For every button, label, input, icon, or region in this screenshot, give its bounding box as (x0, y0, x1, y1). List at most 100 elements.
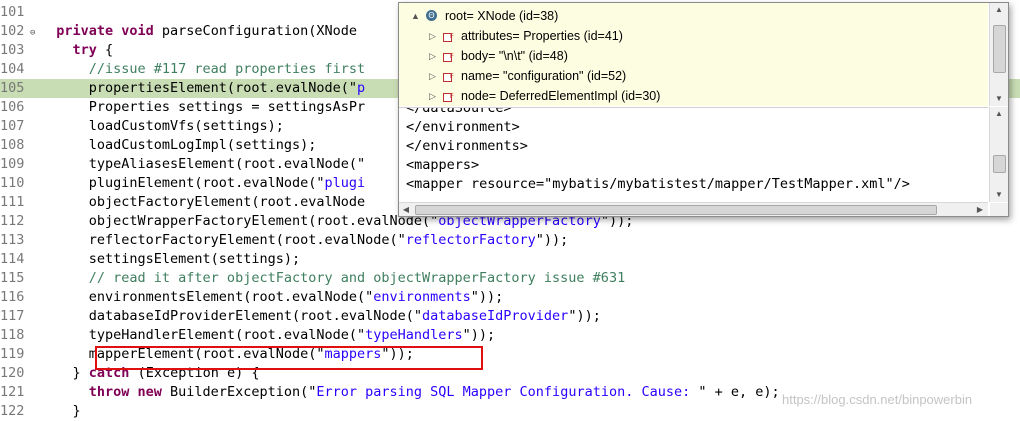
xml-line: </dataSource> (406, 107, 512, 116)
line-number: 108 (0, 137, 25, 153)
code-text: typeHandlerElement(root.evalNode("typeHa… (40, 326, 495, 345)
scroll-down-icon[interactable]: ▼ (990, 92, 1008, 106)
code-token: objectWrapperFactoryElement(root.evalNod… (40, 213, 439, 229)
line-number: 103 (0, 42, 25, 58)
code-text: Properties settings = settingsAsPr (40, 98, 365, 117)
code-token: ")); (568, 308, 601, 324)
code-text: propertiesElement(root.evalNode("p (40, 79, 365, 98)
tree-node-field[interactable]: ▷ attributes= Properties (id=41) (399, 26, 979, 47)
code-text: private void parseConfiguration(XNode (40, 22, 357, 41)
tree-node-field[interactable]: ▷ node= DeferredElementImpl (id=30) (399, 86, 979, 106)
line-number: 114 (0, 251, 25, 267)
string-token: plugi (324, 175, 366, 191)
xml-line: </environments> (406, 138, 528, 154)
scroll-right-icon[interactable]: ▶ (973, 203, 987, 216)
code-line[interactable]: 115 // read it after objectFactory and o… (0, 269, 1020, 288)
tree-scrollbar[interactable]: ▲ ▼ (989, 3, 1008, 106)
string-token: reflectorFactory (405, 232, 536, 248)
code-token: settingsElement(settings); (40, 251, 301, 267)
code-token: environmentsElement(root.evalNode(" (40, 289, 374, 305)
tree-node-field[interactable]: ▷ name= "configuration" (id=52) (399, 66, 979, 87)
code-text: environmentsElement(root.evalNode("envir… (40, 288, 504, 307)
scroll-thumb[interactable] (993, 155, 1006, 173)
code-text: // read it after objectFactory and objec… (40, 269, 625, 288)
code-text: reflectorFactoryElement(root.evalNode("r… (40, 231, 569, 250)
tree-node-label: attributes= Properties (id=41) (461, 29, 623, 43)
detail-pane[interactable]: </dataSource> </environment> </environment… (399, 107, 988, 204)
code-token: BuilderException(" (170, 384, 317, 400)
tree-node-label: root= XNode (id=38) (445, 9, 559, 23)
line-number: 106 (0, 99, 25, 115)
code-line[interactable]: 114 settingsElement(settings); (0, 250, 1020, 269)
line-number: 104 (0, 61, 25, 77)
keyword-token: try (40, 42, 106, 58)
expand-arrow-icon[interactable]: ▷ (429, 86, 436, 106)
line-number: 120 (0, 365, 25, 381)
code-token: databaseIdProviderElement(root.evalNode(… (40, 308, 423, 324)
xml-line: <mapper resource="mybatis/mybatistest/ma… (406, 176, 910, 192)
object-icon: Θ (426, 10, 437, 21)
line-number: 111 (0, 194, 25, 210)
keyword-token: private (40, 23, 122, 39)
line-number: 110 (0, 175, 25, 191)
scroll-up-icon[interactable]: ▲ (990, 107, 1008, 121)
code-token: loadCustomVfs(settings); (40, 118, 284, 134)
tree-node-field[interactable]: ▷ body= "\n\t" (id=48) (399, 46, 979, 67)
code-token: Properties settings = settingsAsPr (40, 99, 366, 115)
code-line[interactable]: 118 typeHandlerElement(root.evalNode("ty… (0, 326, 1020, 345)
collapse-arrow-icon[interactable]: ▲ (411, 6, 420, 26)
comment-token: //issue #117 read properties first (40, 61, 366, 77)
string-token: typeHandlers (365, 327, 463, 343)
code-token: ")); (462, 327, 496, 343)
line-number: 101 (0, 4, 25, 20)
code-text: objectFactoryElement(root.evalNode (40, 193, 365, 212)
code-token: " + e, e); (698, 384, 780, 400)
code-token: typeAliasesElement(root.evalNode(" (40, 156, 366, 172)
line-number: 119 (0, 346, 25, 362)
code-token: parseConfiguration(XNode (161, 23, 357, 39)
code-text: throw new BuilderException("Error parsin… (40, 383, 780, 402)
code-token: objectFactoryElement(root.evalNode (40, 194, 366, 210)
code-text: databaseIdProviderElement(root.evalNode(… (40, 307, 601, 326)
code-token: } (40, 365, 89, 381)
expand-arrow-icon[interactable]: ▷ (429, 46, 436, 66)
detail-scrollbar[interactable]: ▲ ▼ (989, 107, 1008, 202)
line-number: 116 (0, 289, 25, 305)
xml-line: </environment> (406, 119, 520, 135)
string-token: p (356, 80, 366, 96)
field-icon (443, 87, 454, 106)
highlight-box (95, 346, 483, 370)
line-number: 117 (0, 308, 25, 324)
code-token: loadCustomLogImpl(settings); (40, 137, 317, 153)
comment-token: // read it after objectFactory and objec… (40, 270, 626, 286)
code-line[interactable]: 113 reflectorFactoryElement(root.evalNod… (0, 231, 1020, 250)
code-line[interactable]: 117 databaseIdProviderElement(root.evalN… (0, 307, 1020, 326)
scroll-down-icon[interactable]: ▼ (990, 188, 1008, 202)
resize-grip[interactable] (990, 203, 1008, 216)
scroll-up-icon[interactable]: ▲ (990, 3, 1008, 17)
detail-hscrollbar[interactable]: ◀ ▶ (399, 202, 988, 216)
code-line[interactable]: 116 environmentsElement(root.evalNode("e… (0, 288, 1020, 307)
line-number: 109 (0, 156, 25, 172)
line-number: 118 (0, 327, 25, 343)
code-text: //issue #117 read properties first (40, 60, 365, 79)
line-number: 107 (0, 118, 25, 134)
scroll-left-icon[interactable]: ◀ (399, 203, 413, 216)
hscroll-thumb[interactable] (415, 205, 937, 215)
code-token: pluginElement(root.evalNode(" (40, 175, 325, 191)
debug-inspect-popup[interactable]: ▲ Θroot= XNode (id=38) ▷ attributes= Proper… (398, 2, 1009, 217)
variable-tree[interactable]: ▲ Θroot= XNode (id=38) ▷ attributes= Proper… (399, 3, 988, 106)
expand-arrow-icon[interactable]: ▷ (429, 66, 436, 86)
tree-node-root[interactable]: ▲ Θroot= XNode (id=38) (399, 6, 979, 26)
line-number: 105 (0, 80, 25, 96)
code-token: typeHandlerElement(root.evalNode(" (40, 327, 366, 343)
tree-node-label: body= "\n\t" (id=48) (461, 49, 568, 63)
code-token: propertiesElement(root.evalNode(" (40, 80, 357, 96)
watermark: https://blog.csdn.net/binpowerbin (782, 392, 973, 407)
code-token: ")); (470, 289, 504, 305)
scroll-thumb[interactable] (993, 25, 1006, 73)
expand-arrow-icon[interactable]: ▷ (429, 26, 436, 46)
code-token: } (40, 403, 81, 419)
field-icon (443, 27, 454, 47)
tree-node-label: node= DeferredElementImpl (id=30) (461, 89, 661, 103)
